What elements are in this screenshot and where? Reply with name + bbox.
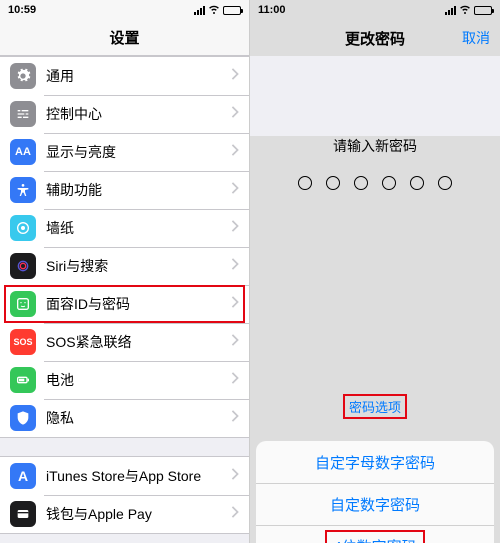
chevron-right-icon [231, 371, 239, 389]
wall-icon [10, 215, 36, 241]
chevron-right-icon [231, 409, 239, 427]
face-icon [10, 291, 36, 317]
display-icon: AA [10, 139, 36, 165]
chevron-right-icon [231, 257, 239, 275]
chevron-right-icon [231, 333, 239, 351]
wifi-icon [208, 3, 220, 18]
settings-row-batt[interactable]: 电池 [0, 361, 249, 399]
batt-icon [10, 367, 36, 393]
row-label: 控制中心 [46, 104, 231, 124]
option-label: 自定字母数字密码 [315, 452, 435, 473]
action-sheet: 自定字母数字密码 自定数字密码 4位数字密码 取消 [256, 441, 494, 543]
nav-title: 设置 [109, 27, 139, 48]
passcode-dot [410, 176, 424, 190]
wifi-icon [459, 3, 471, 18]
change-passcode-screen: 11:00 更改密码 取消 请输入新密码 [250, 0, 500, 543]
settings-row-itunes[interactable]: AiTunes Store与App Store [0, 457, 249, 495]
settings-screen: 10:59 设置 通用控制中心 AA 显示与亮度辅助功能墙纸 Siri与搜索面容ID与… [0, 0, 250, 543]
wallet-icon [10, 501, 36, 527]
chevron-right-icon [231, 181, 239, 199]
row-label: SOS紧急联络 [46, 332, 231, 352]
signal-icon [445, 6, 456, 15]
settings-row-sos[interactable]: SOS SOS紧急联络 [0, 323, 249, 361]
control-icon [10, 101, 36, 127]
passcode-dots [250, 176, 500, 190]
highlight-box [325, 530, 425, 543]
row-label: 面容ID与密码 [46, 294, 231, 314]
settings-row-siri[interactable]: Siri与搜索 [0, 247, 249, 285]
battery-icon [474, 6, 492, 15]
settings-row-access[interactable]: 辅助功能 [0, 171, 249, 209]
signal-icon [194, 6, 205, 15]
chevron-right-icon [231, 143, 239, 161]
passcode-dot [382, 176, 396, 190]
settings-row-wall[interactable]: 墙纸 [0, 209, 249, 247]
passcode-dot [298, 176, 312, 190]
cancel-nav-button[interactable]: 取消 [462, 28, 490, 48]
row-label: 隐私 [46, 408, 231, 428]
option-custom-alphanumeric[interactable]: 自定字母数字密码 [256, 441, 494, 483]
row-label: 通用 [46, 66, 231, 86]
chevron-right-icon [231, 467, 239, 485]
nav-bar: 设置 [0, 20, 249, 56]
status-icons [194, 3, 241, 18]
row-label: 钱包与Apple Pay [46, 504, 231, 524]
chevron-right-icon [231, 219, 239, 237]
settings-row-face[interactable]: 面容ID与密码 [0, 285, 249, 323]
settings-group: AiTunes Store与App Store 钱包与Apple Pay [0, 456, 249, 534]
chevron-right-icon [231, 67, 239, 85]
passcode-dot [326, 176, 340, 190]
general-icon [10, 63, 36, 89]
status-bar: 10:59 [0, 0, 249, 20]
passcode-dot [438, 176, 452, 190]
row-label: 电池 [46, 370, 231, 390]
option-custom-numeric[interactable]: 自定数字密码 [256, 483, 494, 525]
chevron-right-icon [231, 505, 239, 523]
siri-icon [10, 253, 36, 279]
status-time: 11:00 [258, 4, 286, 16]
option-label: 自定数字密码 [330, 494, 420, 515]
row-label: iTunes Store与App Store [46, 466, 231, 486]
chevron-right-icon [231, 295, 239, 313]
battery-icon [223, 6, 241, 15]
status-bar: 11:00 [250, 0, 500, 20]
chevron-right-icon [231, 105, 239, 123]
settings-row-control[interactable]: 控制中心 [0, 95, 249, 133]
row-label: Siri与搜索 [46, 256, 231, 276]
row-label: 辅助功能 [46, 180, 231, 200]
row-label: 墙纸 [46, 218, 231, 238]
passcode-options-link[interactable]: 密码选项 [343, 394, 407, 419]
settings-row-wallet[interactable]: 钱包与Apple Pay [0, 495, 249, 533]
settings-row-privacy[interactable]: 隐私 [0, 399, 249, 437]
row-label: 显示与亮度 [46, 142, 231, 162]
nav-title: 更改密码 [345, 28, 405, 49]
nav-bar: 更改密码 取消 [250, 20, 500, 56]
settings-group: 通用控制中心 AA 显示与亮度辅助功能墙纸 Siri与搜索面容ID与密码 SOS SOS紧… [0, 56, 249, 438]
privacy-icon [10, 405, 36, 431]
passcode-dot [354, 176, 368, 190]
settings-row-display[interactable]: AA 显示与亮度 [0, 133, 249, 171]
passcode-prompt: 请输入新密码 [250, 136, 500, 156]
option-4-digit[interactable]: 4位数字密码 [256, 525, 494, 543]
status-time: 10:59 [8, 4, 36, 16]
status-icons [445, 3, 492, 18]
access-icon [10, 177, 36, 203]
itunes-icon: A [10, 463, 36, 489]
sos-icon: SOS [10, 329, 36, 355]
settings-row-general[interactable]: 通用 [0, 57, 249, 95]
